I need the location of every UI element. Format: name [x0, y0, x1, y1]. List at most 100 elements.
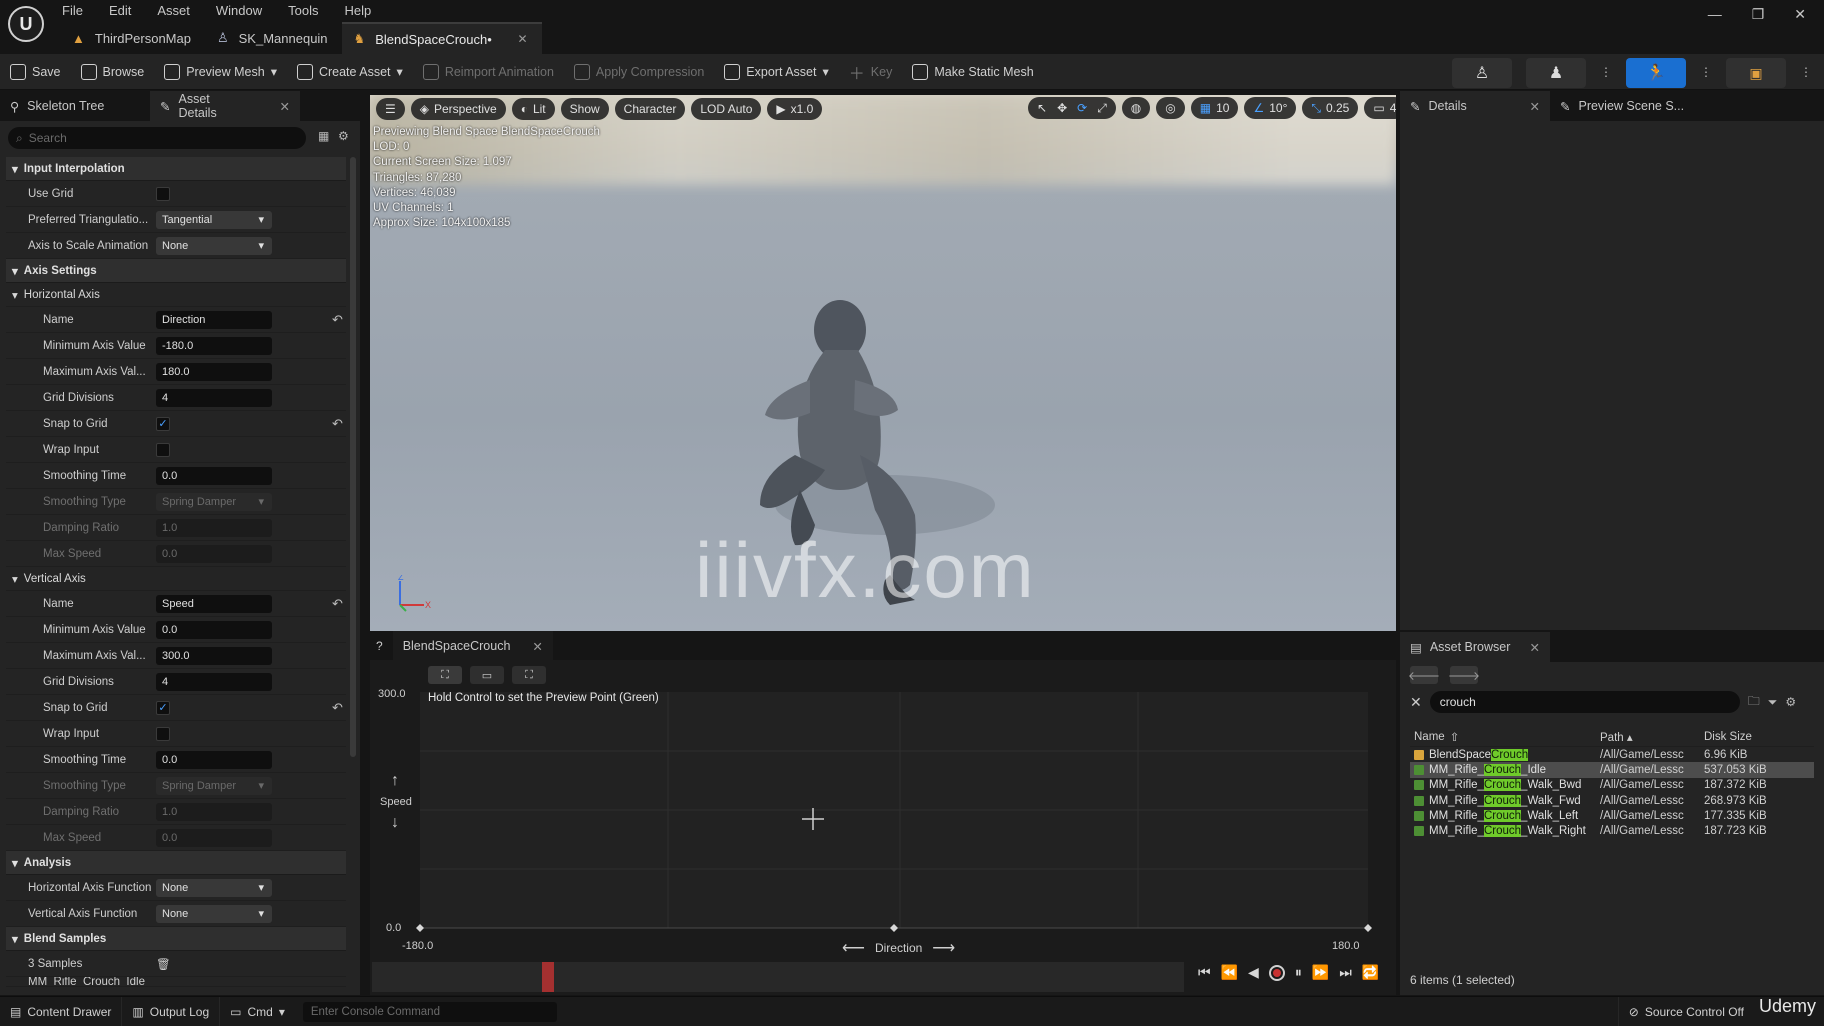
- h-damping-input[interactable]: 1.0: [156, 518, 272, 537]
- console-input[interactable]: Enter Console Command: [302, 1001, 557, 1022]
- rotation-snap-button[interactable]: ∠ 10°: [1244, 97, 1297, 119]
- close-icon[interactable]: ✕: [280, 99, 290, 114]
- step-forward-icon[interactable]: ⏩: [1312, 964, 1329, 981]
- content-drawer-button[interactable]: ▤ Content Drawer: [0, 996, 123, 1026]
- subcategory-horizontal-axis[interactable]: ▾ Horizontal Axis: [6, 283, 346, 307]
- lod-button[interactable]: LOD Auto: [691, 98, 762, 120]
- mesh-mode-button[interactable]: ♟: [1526, 58, 1586, 88]
- more-options-icon[interactable]: ⋮: [1600, 65, 1612, 79]
- menu-file[interactable]: File: [62, 1, 83, 18]
- blueprint-mode-button[interactable]: ▣: [1726, 58, 1786, 88]
- character-button[interactable]: Character: [614, 98, 686, 120]
- axis-to-scale-dropdown[interactable]: None ▾: [156, 236, 272, 255]
- h-snap-checkbox[interactable]: ✓: [156, 416, 170, 431]
- h-name-input[interactable]: Direction: [156, 310, 272, 329]
- table-row[interactable]: BlendSpaceCrouch/All/Game/Lessc 6.96 KiB: [1410, 747, 1814, 762]
- search-input[interactable]: ⌕ Search: [8, 127, 306, 149]
- v-smoothing-time-input[interactable]: 0.0: [156, 750, 272, 769]
- timeline-scrubber[interactable]: [372, 962, 1184, 992]
- pause-icon[interactable]: ⏸: [1295, 964, 1302, 981]
- tab-asset-details[interactable]: ✎ Asset Details ✕: [150, 91, 300, 121]
- browse-button[interactable]: Browse: [71, 54, 155, 90]
- cmd-button[interactable]: ▭ Cmd ▾: [220, 997, 295, 1026]
- maximize-icon[interactable]: ❐: [1752, 6, 1765, 23]
- tab-blendspacecrouch[interactable]: ♞ BlendSpaceCrouch• ✕: [341, 22, 542, 54]
- camera-speed-button[interactable]: ▭ 4: [1364, 97, 1396, 119]
- tab-thirdpersonmap[interactable]: ▲ ThirdPersonMap: [60, 22, 205, 54]
- save-button[interactable]: Save: [0, 54, 71, 90]
- grid-snap-button[interactable]: ▦ 10: [1190, 97, 1239, 119]
- subcategory-vertical-axis[interactable]: ▾ Vertical Axis: [6, 567, 346, 591]
- v-snap-checkbox[interactable]: ✓: [156, 700, 170, 715]
- tab-preview-scene-settings[interactable]: ✎ Preview Scene S...: [1550, 91, 1694, 121]
- show-button[interactable]: Show: [560, 98, 609, 120]
- category-analysis[interactable]: ▾ Analysis: [6, 851, 346, 875]
- v-min-input[interactable]: 0.0: [156, 620, 272, 639]
- preferred-triangulation-dropdown[interactable]: Tangential ▾: [156, 210, 272, 229]
- table-row[interactable]: MM_Rifle_Crouch_Walk_Left/All/Game/Lessc…: [1410, 808, 1814, 823]
- perspective-button[interactable]: ◈ Perspective: [410, 98, 506, 120]
- unreal-logo-icon[interactable]: U: [8, 6, 44, 42]
- world-local-button[interactable]: ◍: [1121, 97, 1151, 119]
- table-row[interactable]: MM_Rifle_Crouch_Walk_Right/All/Game/Less…: [1410, 823, 1814, 838]
- h-wrap-checkbox[interactable]: [156, 442, 170, 457]
- menu-help[interactable]: Help: [344, 1, 371, 18]
- animation-mode-button[interactable]: 🏃: [1626, 58, 1686, 88]
- table-row[interactable]: MM_Rifle_Crouch_Walk_Bwd/All/Game/Lessc 1…: [1410, 778, 1814, 793]
- playback-speed-button[interactable]: ▶ x1.0: [767, 98, 823, 120]
- filter-icon[interactable]: ⏷: [1768, 695, 1778, 710]
- clear-search-icon[interactable]: ✕: [1410, 694, 1422, 711]
- forward-button[interactable]: 🡒: [1448, 666, 1480, 684]
- v-name-input[interactable]: Speed: [156, 594, 272, 613]
- apply-compression-button[interactable]: Apply Compression: [564, 54, 714, 90]
- minimize-icon[interactable]: —: [1708, 6, 1722, 22]
- playhead[interactable]: [542, 962, 554, 992]
- tab-asset-browser[interactable]: ▤ Asset Browser ✕: [1400, 632, 1550, 662]
- close-icon[interactable]: ✕: [1530, 99, 1540, 114]
- key-button[interactable]: ＋ Key: [839, 54, 903, 90]
- settings-icon[interactable]: ⚙: [338, 129, 349, 143]
- menu-edit[interactable]: Edit: [109, 1, 131, 18]
- column-path-header[interactable]: Path ▴: [1600, 730, 1700, 744]
- category-blend-samples[interactable]: ▾ Blend Samples: [6, 927, 346, 951]
- h-smoothing-time-input[interactable]: 0.0: [156, 466, 272, 485]
- h-smoothing-type-dropdown[interactable]: Spring Damper ▾: [156, 492, 272, 511]
- tab-details[interactable]: ✎ Details ✕: [1400, 91, 1550, 121]
- h-grid-input[interactable]: 4: [156, 388, 272, 407]
- reset-arrow-icon[interactable]: ↶: [332, 416, 343, 432]
- menu-asset[interactable]: Asset: [157, 1, 190, 18]
- folder-icon[interactable]: 🗀: [1748, 692, 1760, 713]
- blendspace-grid[interactable]: [370, 632, 1396, 962]
- back-button[interactable]: 🡐: [1408, 666, 1440, 684]
- tab-sk-mannequin[interactable]: ♙ SK_Mannequin: [205, 22, 342, 54]
- reset-arrow-icon[interactable]: ↶: [332, 700, 343, 716]
- lit-button[interactable]: ◐ Lit: [511, 98, 555, 120]
- v-wrap-checkbox[interactable]: [156, 726, 170, 741]
- scale-snap-button[interactable]: ⤡ 0.25: [1302, 97, 1359, 119]
- skip-to-end-icon[interactable]: ⏭: [1339, 964, 1352, 981]
- export-asset-button[interactable]: Export Asset ▾: [714, 54, 838, 90]
- surface-snap-button[interactable]: ◎: [1156, 97, 1185, 119]
- step-back-icon[interactable]: ⏪: [1221, 964, 1238, 981]
- reset-arrow-icon[interactable]: ↶: [332, 312, 343, 328]
- skip-to-start-icon[interactable]: ⏮: [1198, 964, 1211, 981]
- scrollbar[interactable]: [350, 157, 356, 757]
- column-name-header[interactable]: Name ⇧: [1410, 730, 1600, 744]
- use-grid-checkbox[interactable]: [156, 186, 170, 201]
- category-input-interpolation[interactable]: ▾ Input Interpolation: [6, 157, 346, 181]
- close-window-icon[interactable]: ✕: [1794, 6, 1806, 23]
- preview-mesh-button[interactable]: Preview Mesh ▾: [154, 54, 287, 90]
- play-reverse-icon[interactable]: ◀: [1248, 964, 1259, 981]
- make-static-mesh-button[interactable]: Make Static Mesh: [902, 54, 1043, 90]
- viewport-menu-button[interactable]: ☰: [376, 98, 405, 120]
- trash-icon[interactable]: 🗑: [156, 957, 171, 971]
- settings-icon[interactable]: ⚙: [1785, 695, 1796, 709]
- menu-tools[interactable]: Tools: [288, 1, 318, 18]
- v-max-input[interactable]: 300.0: [156, 646, 272, 665]
- v-axis-function-dropdown[interactable]: None ▾: [156, 904, 272, 923]
- record-icon[interactable]: [1268, 964, 1285, 981]
- more-options-icon[interactable]: ⋮: [1800, 65, 1812, 79]
- reimport-animation-button[interactable]: Reimport Animation: [413, 54, 564, 90]
- skeleton-mode-button[interactable]: ♙: [1452, 58, 1512, 88]
- v-grid-input[interactable]: 4: [156, 672, 272, 691]
